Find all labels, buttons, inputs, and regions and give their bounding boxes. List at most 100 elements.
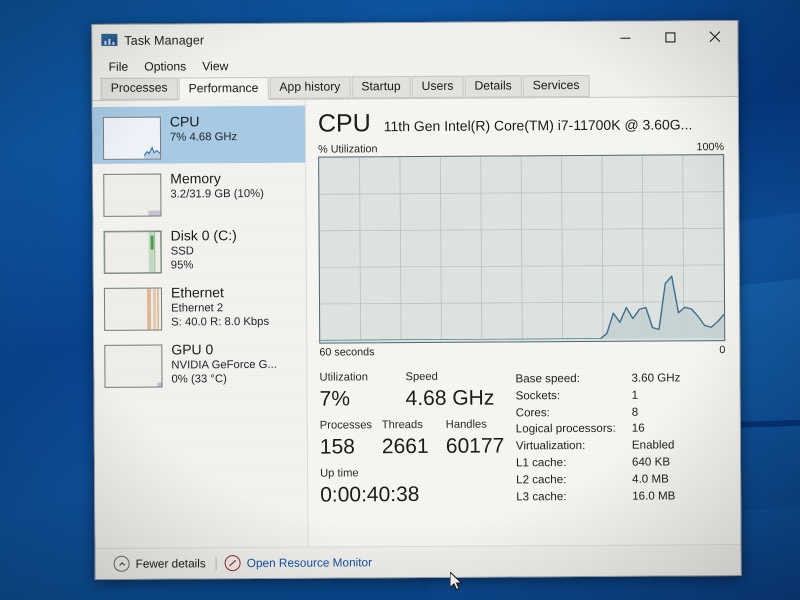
memory-thumbnail — [103, 173, 162, 217]
spec-row: Sockets: 1 — [516, 387, 726, 405]
spec-row: Base speed: 3.60 GHz — [515, 370, 725, 388]
graph-y-label: % Utilization — [318, 143, 378, 156]
spec-key-cores: Cores: — [515, 405, 550, 419]
spec-value-l3-cache: 16.0 MB — [632, 489, 676, 503]
window-controls — [602, 21, 737, 53]
divider — [215, 556, 217, 570]
spec-value-base-speed: 3.60 GHz — [631, 371, 681, 385]
stat-value-uptime: 0:00:40:38 — [320, 482, 420, 507]
content-area: CPU 7% 4.68 GHz Memory 3.2/31.9 GB (10%) — [92, 97, 741, 548]
desktop: Task Manager File Options View Processes — [0, 0, 800, 600]
graph-footer: 60 seconds 0 — [319, 344, 725, 358]
sidebar-item-label: CPU — [169, 113, 200, 130]
spec-key-l3-cache: L3 cache: — [516, 489, 567, 503]
stat-value-processes: 158 — [319, 435, 356, 459]
stats-left-column: Utilization 7% Speed 4.68 GHz Processes — [319, 369, 512, 546]
stat-value-threads: 2661 — [381, 434, 429, 459]
tab-startup[interactable]: Startup — [351, 76, 411, 99]
menu-item-file[interactable]: File — [101, 56, 137, 78]
task-manager-icon — [101, 33, 118, 47]
spec-row: Virtualization: Enabled — [516, 437, 726, 455]
sidebar-item-label: GPU 0 — [171, 341, 214, 358]
tab-users[interactable]: Users — [411, 75, 464, 99]
page-title: CPU — [317, 109, 371, 138]
cpu-model-text: 11th Gen Intel(R) Core(TM) i7-11700K @ 3… — [383, 116, 693, 135]
cpu-thumbnail — [102, 116, 162, 160]
performance-panel: CPU 11th Gen Intel(R) Core(TM) i7-11700K… — [306, 97, 741, 547]
sidebar-item-detail2: 95% — [170, 259, 194, 272]
stat-label-handles: Handles — [445, 418, 487, 431]
menu-item-view[interactable]: View — [194, 55, 236, 77]
status-bar: Fewer details Open Resource Monitor — [95, 544, 741, 579]
sidebar-item-label: Disk 0 (C:) — [170, 227, 237, 244]
open-resource-monitor-link[interactable]: Open Resource Monitor — [224, 554, 373, 572]
tab-services[interactable]: Services — [522, 74, 590, 98]
cpu-utilization-graph[interactable] — [318, 154, 726, 344]
stat-value-utilization: 7% — [319, 387, 351, 411]
stat-value-handles: 60177 — [445, 434, 505, 458]
mouse-cursor — [449, 570, 466, 599]
ethernet-thumbnail — [103, 287, 163, 331]
spec-value-l1-cache: 640 KB — [631, 455, 671, 469]
sidebar-item-label: Ethernet — [170, 284, 224, 301]
gpu-thumbnail — [104, 344, 163, 388]
maximize-button[interactable] — [647, 21, 692, 52]
spec-key-sockets: Sockets: — [515, 388, 561, 403]
stat-label-uptime: Up time — [320, 467, 359, 480]
spec-row: Cores: 8 — [516, 404, 726, 422]
tab-details[interactable]: Details — [464, 75, 522, 98]
sidebar-item-gpu[interactable]: GPU 0 NVIDIA GeForce G... 0% (33 °C) — [94, 334, 306, 392]
sidebar-item-detail2: S: 40.0 R: 8.0 Kbps — [171, 315, 270, 329]
stat-label-utilization: Utilization — [319, 371, 369, 384]
sidebar-item-ethernet[interactable]: Ethernet Ethernet 2 S: 40.0 R: 8.0 Kbps — [94, 277, 306, 335]
spec-key-base-speed: Base speed: — [515, 372, 580, 386]
tab-processes[interactable]: Processes — [100, 77, 178, 100]
open-resource-monitor-label: Open Resource Monitor — [246, 555, 373, 571]
spec-key-l2-cache: L2 cache: — [516, 472, 567, 487]
spec-row: Logical processors: 16 — [516, 421, 726, 439]
minimize-button[interactable] — [602, 22, 647, 53]
spec-value-cores: 8 — [631, 405, 639, 419]
spec-row: L3 cache: 16.0 MB — [516, 488, 726, 506]
graph-x-right: 0 — [719, 344, 726, 357]
task-manager-window: Task Manager File Options View Processes — [91, 20, 742, 580]
tab-performance[interactable]: Performance — [178, 76, 269, 101]
resource-monitor-icon — [224, 555, 241, 572]
spec-row: L2 cache: 4.0 MB — [516, 471, 726, 489]
spec-key-virtualization: Virtualization: — [515, 439, 586, 453]
resource-sidebar: CPU 7% 4.68 GHz Memory 3.2/31.9 GB (10%) — [92, 99, 309, 548]
spec-value-l2-cache: 4.0 MB — [632, 472, 669, 486]
fewer-details-label: Fewer details — [135, 556, 206, 571]
sidebar-item-detail: Ethernet 2 — [171, 302, 224, 315]
spec-value-sockets: 1 — [631, 388, 639, 402]
sidebar-item-cpu[interactable]: CPU 7% 4.68 GHz — [92, 105, 306, 164]
stat-label-threads: Threads — [381, 418, 423, 432]
stat-label-processes: Processes — [319, 419, 373, 432]
sidebar-item-label: Memory — [170, 170, 221, 187]
title-bar: Task Manager — [92, 21, 738, 56]
window-title: Task Manager — [124, 32, 205, 48]
menu-item-options[interactable]: Options — [136, 55, 194, 77]
sidebar-item-detail: NVIDIA GeForce G... — [171, 358, 277, 372]
chevron-up-circle-icon — [113, 555, 130, 572]
tab-app-history[interactable]: App history — [269, 76, 351, 99]
sidebar-item-detail2: 0% (33 °C) — [171, 373, 227, 386]
spec-row: L1 cache: 640 KB — [516, 454, 726, 472]
sidebar-item-disk[interactable]: Disk 0 (C:) SSD 95% — [94, 220, 306, 278]
spec-key-l1-cache: L1 cache: — [515, 456, 567, 470]
sidebar-item-detail: 7% 4.68 GHz — [169, 131, 238, 144]
stat-value-speed: 4.68 GHz — [405, 386, 495, 411]
graph-y-max: 100% — [696, 141, 725, 154]
fewer-details-button[interactable]: Fewer details — [113, 555, 206, 572]
spec-key-logical-processors: Logical processors: — [515, 422, 616, 436]
close-button[interactable] — [692, 21, 737, 52]
cpu-header: CPU 11th Gen Intel(R) Core(TM) i7-11700K… — [318, 107, 724, 137]
stat-label-speed: Speed — [405, 370, 438, 384]
graph-x-left: 60 seconds — [319, 346, 375, 359]
disk-thumbnail — [103, 230, 162, 274]
graph-caption: % Utilization 100% — [318, 141, 724, 155]
sidebar-item-detail: 3.2/31.9 GB (10%) — [170, 187, 264, 201]
sidebar-item-detail: SSD — [170, 245, 194, 258]
sidebar-item-memory[interactable]: Memory 3.2/31.9 GB (10%) — [93, 163, 305, 221]
spec-value-logical-processors: 16 — [631, 421, 645, 436]
